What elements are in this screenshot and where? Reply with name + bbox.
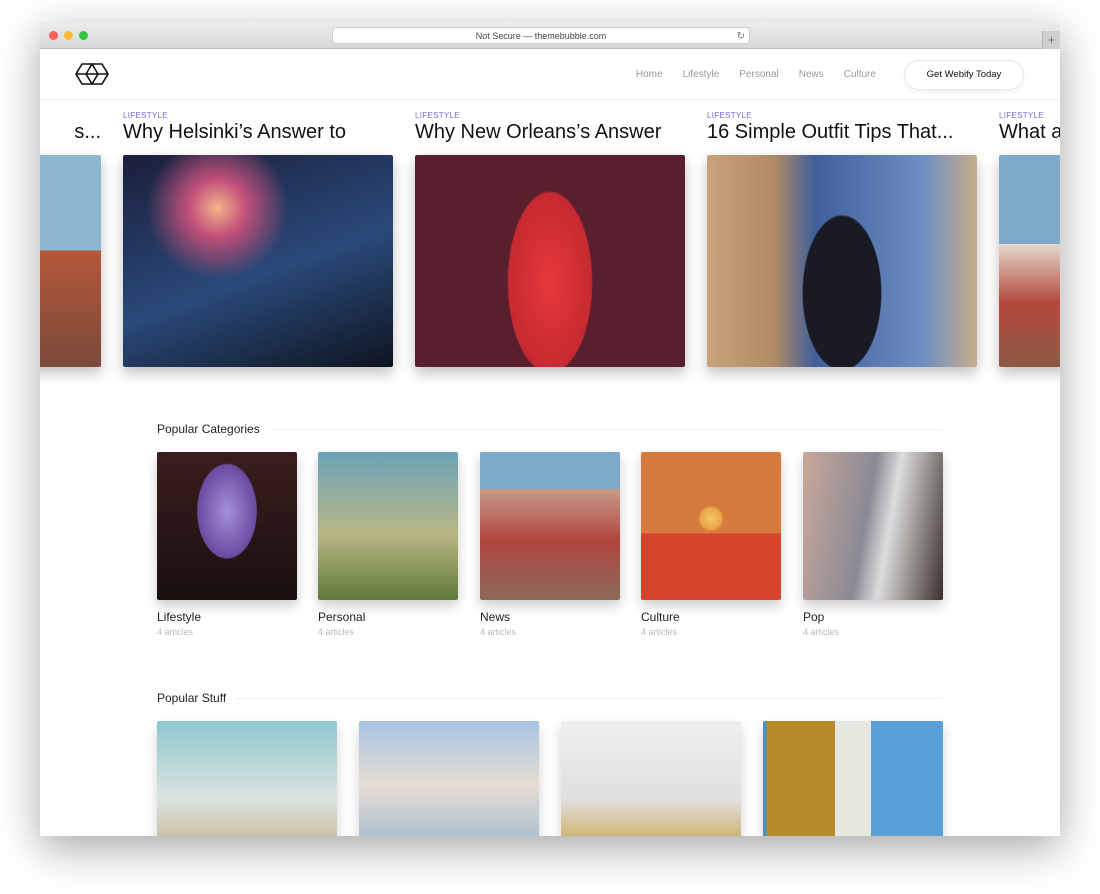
category-card-pop[interactable]: Pop 4 articles: [803, 452, 943, 637]
category-image[interactable]: [641, 452, 781, 600]
category-image[interactable]: [803, 452, 943, 600]
main-nav: Home Lifestyle Personal News Culture: [636, 69, 876, 80]
popular-item-image[interactable]: [561, 721, 741, 836]
new-tab-button[interactable]: +: [1042, 31, 1060, 49]
section-title: Popular Categories: [157, 422, 260, 436]
card-category[interactable]: LIFESTYLE: [415, 111, 685, 120]
category-count: 4 articles: [803, 627, 840, 637]
get-webify-button[interactable]: Get Webify Today: [904, 60, 1024, 90]
title-bar: Not Secure — themebubble.com ↻ +: [40, 22, 1060, 49]
category-card-personal[interactable]: Personal 4 articles: [318, 452, 458, 637]
nav-home[interactable]: Home: [636, 69, 663, 80]
carousel-card[interactable]: LIFESTYLE Why Helsinki’s Answer to: [123, 111, 393, 367]
close-button[interactable]: [49, 31, 58, 40]
category-card-culture[interactable]: Culture 4 articles: [641, 452, 781, 637]
category-card-lifestyle[interactable]: Lifestyle 4 articles: [157, 452, 297, 637]
site-header: Home Lifestyle Personal News Culture Get…: [40, 49, 1060, 100]
category-image[interactable]: [157, 452, 297, 600]
card-image[interactable]: [40, 155, 101, 367]
popular-categories-header: Popular Categories: [157, 422, 943, 436]
card-category: [40, 111, 101, 120]
category-image[interactable]: [480, 452, 620, 600]
category-image[interactable]: [318, 452, 458, 600]
site-logo[interactable]: [75, 63, 109, 85]
carousel-card[interactable]: s...: [40, 111, 101, 367]
category-name[interactable]: Lifestyle: [157, 610, 297, 624]
divider: [236, 697, 943, 699]
category-count: 4 articles: [480, 627, 517, 637]
address-bar[interactable]: Not Secure — themebubble.com ↻: [332, 27, 750, 44]
category-card-news[interactable]: News 4 articles: [480, 452, 620, 637]
category-name[interactable]: Personal: [318, 610, 458, 624]
card-category[interactable]: LIFESTYLE: [999, 111, 1060, 120]
maximize-button[interactable]: [79, 31, 88, 40]
url-text: Not Secure — themebubble.com: [475, 31, 607, 41]
section-title: Popular Stuff: [157, 691, 227, 705]
category-name[interactable]: Culture: [641, 610, 781, 624]
card-category[interactable]: LIFESTYLE: [707, 111, 977, 120]
category-name[interactable]: News: [480, 610, 620, 624]
nav-news[interactable]: News: [799, 69, 824, 80]
reload-icon[interactable]: ↻: [737, 28, 745, 45]
card-title[interactable]: s...: [40, 121, 101, 144]
category-name[interactable]: Pop: [803, 610, 943, 624]
card-title[interactable]: What a: [999, 121, 1060, 144]
popular-item-image[interactable]: [157, 721, 337, 836]
popular-item-image[interactable]: [763, 721, 943, 836]
category-count: 4 articles: [318, 627, 355, 637]
carousel-card[interactable]: LIFESTYLE What a: [999, 111, 1060, 367]
card-image[interactable]: [415, 155, 685, 367]
card-title[interactable]: 16 Simple Outfit Tips That...: [707, 121, 977, 144]
minimize-button[interactable]: [64, 31, 73, 40]
popular-stuff-header: Popular Stuff: [157, 691, 943, 705]
card-image[interactable]: [707, 155, 977, 367]
card-image[interactable]: [999, 155, 1060, 367]
card-image[interactable]: [123, 155, 393, 367]
browser-window: Not Secure — themebubble.com ↻ + Home Lif…: [40, 22, 1060, 836]
card-category[interactable]: LIFESTYLE: [123, 111, 393, 120]
category-count: 4 articles: [641, 627, 678, 637]
category-count: 4 articles: [157, 627, 194, 637]
card-title[interactable]: Why Helsinki’s Answer to: [123, 121, 393, 144]
carousel-card[interactable]: LIFESTYLE 16 Simple Outfit Tips That...: [707, 111, 977, 367]
nav-personal[interactable]: Personal: [739, 69, 778, 80]
divider: [269, 428, 943, 430]
popular-item-image[interactable]: [359, 721, 539, 836]
carousel-card[interactable]: LIFESTYLE Why New Orleans’s Answer: [415, 111, 685, 367]
nav-culture[interactable]: Culture: [844, 69, 876, 80]
card-title[interactable]: Why New Orleans’s Answer: [415, 121, 685, 144]
nav-lifestyle[interactable]: Lifestyle: [683, 69, 720, 80]
